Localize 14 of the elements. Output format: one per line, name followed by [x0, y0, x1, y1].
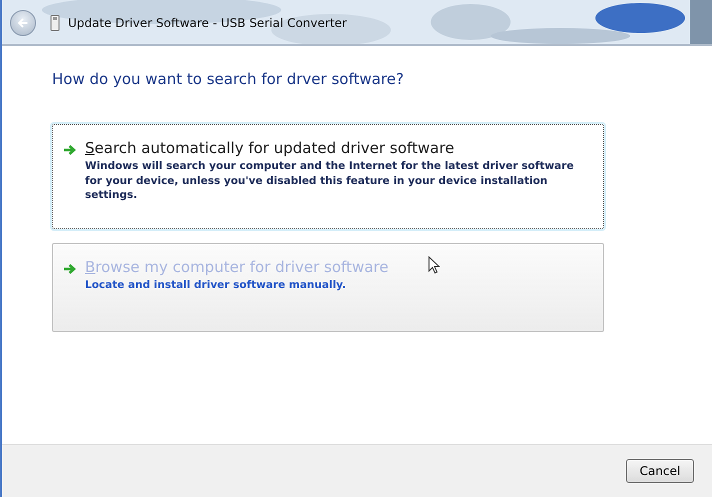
option-title: Search automatically for updated driver software: [85, 139, 456, 157]
window-title: Update Driver Software - USB Serial Converter: [68, 16, 347, 30]
device-icon: [50, 15, 60, 31]
option-title: Browse my computer for driver software: [85, 258, 388, 276]
option-description: Locate and install driver software manually.: [85, 278, 348, 293]
back-arrow-icon: [16, 16, 30, 30]
option-description: Windows will search your computer and the Internet for the latest driver software for your device, unless you've disabled this feature in your device installation settings.: [85, 159, 575, 204]
page-heading: How do you want to search for drver software?: [52, 70, 405, 88]
arrow-icon: [63, 263, 77, 275]
option-button[interactable]: [52, 124, 604, 229]
option-button[interactable]: Browse my computer for driver software Locate and install driver software manually.: [52, 243, 604, 332]
arrow-icon: [63, 144, 77, 156]
cursor-icon: [428, 256, 440, 274]
cancel-button[interactable]: Cancel: [626, 459, 694, 483]
